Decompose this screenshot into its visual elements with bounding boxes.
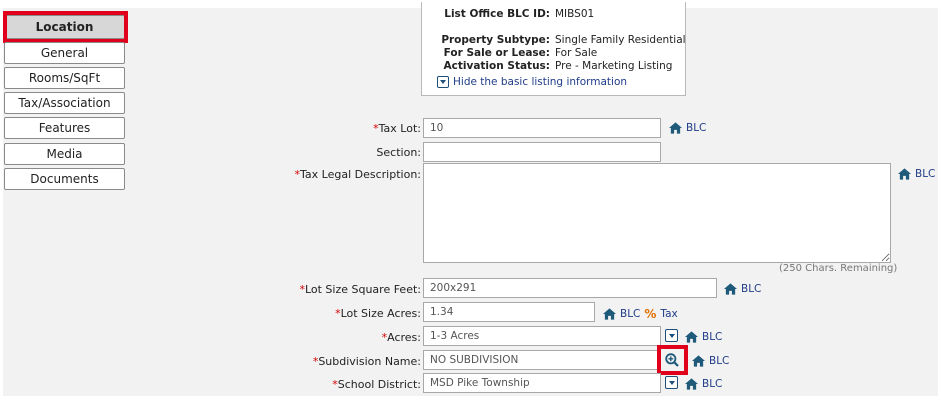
- home-icon: [692, 355, 705, 367]
- acres-source: BLC: [685, 331, 722, 343]
- home-icon: [724, 283, 737, 295]
- acres-select[interactable]: [423, 326, 661, 346]
- source-label: BLC: [620, 308, 641, 320]
- info-value: Single Family Residential: [555, 34, 686, 46]
- nav-tab-general[interactable]: General: [4, 42, 125, 64]
- info-label: For Sale or Lease:: [443, 47, 550, 59]
- home-icon: [685, 331, 698, 343]
- chars-remaining: (250 Chars. Remaining): [779, 263, 898, 274]
- school-label: *School District:: [332, 378, 421, 391]
- subdivision-label: *Subdivision Name:: [312, 355, 421, 368]
- tax-legal-label: *Tax Legal Description:: [294, 168, 421, 181]
- nav-tab-documents[interactable]: Documents: [4, 168, 125, 190]
- source-label: BLC: [915, 168, 936, 180]
- nav-tab-label: General: [40, 46, 89, 60]
- source-label: BLC: [702, 378, 723, 390]
- nav-tab-tax-association[interactable]: Tax/Association: [4, 92, 125, 114]
- subdivision-source: BLC: [692, 355, 729, 367]
- school-dropdown-icon[interactable]: [665, 376, 678, 389]
- info-value: For Sale: [555, 47, 598, 59]
- lot-acres-input[interactable]: [423, 302, 595, 322]
- home-icon: [603, 308, 616, 320]
- info-label: List Office BLC ID:: [444, 8, 550, 20]
- hide-basic-info-link[interactable]: Hide the basic listing information: [437, 76, 627, 88]
- info-label: Activation Status:: [443, 60, 550, 72]
- source-label: BLC: [686, 122, 707, 134]
- zoom-in-search-icon[interactable]: [665, 353, 679, 367]
- source-label: BLC: [702, 331, 723, 343]
- tax-lot-source: BLC: [669, 122, 706, 134]
- tax-legal-source: BLC: [898, 168, 935, 180]
- lot-sqft-input[interactable]: [423, 278, 717, 298]
- tax-lot-input[interactable]: [423, 118, 661, 138]
- section-input[interactable]: [423, 142, 661, 162]
- nav-tab-label: Location: [35, 20, 94, 34]
- nav-tab-label: Rooms/SqFt: [28, 71, 101, 85]
- school-source: BLC: [685, 378, 722, 390]
- subdivision-input[interactable]: [423, 350, 661, 370]
- basic-listing-info: List Office BLC ID: MIBS01 Property Subt…: [421, 2, 686, 96]
- home-icon: [685, 378, 698, 390]
- source-label: BLC: [741, 283, 762, 295]
- school-district-select[interactable]: [423, 373, 661, 393]
- source-label: BLC: [709, 355, 730, 367]
- home-icon: [898, 168, 911, 180]
- nav-tab-media[interactable]: Media: [4, 143, 125, 165]
- home-icon: [669, 122, 682, 134]
- nav-tab-rooms-sqft[interactable]: Rooms/SqFt: [4, 67, 125, 89]
- info-value: Pre - Marketing Listing: [555, 60, 673, 72]
- percent-icon: %: [644, 307, 657, 321]
- nav-tab-features[interactable]: Features: [4, 117, 125, 139]
- collapse-icon: [437, 76, 449, 88]
- lot-sqft-source: BLC: [724, 283, 761, 295]
- tax-legal-textarea[interactable]: [423, 163, 891, 263]
- info-label: Property Subtype:: [441, 34, 550, 46]
- lot-acres-label: *Lot Size Acres:: [335, 307, 421, 320]
- acres-dropdown-icon[interactable]: [665, 329, 678, 342]
- nav-tab-label: Documents: [30, 172, 99, 186]
- lot-acres-source: BLC % Tax: [603, 307, 678, 321]
- nav-tab-label: Features: [38, 121, 91, 135]
- nav-tab-location[interactable]: Location: [4, 15, 125, 39]
- source-label-tax: Tax: [660, 308, 678, 320]
- section-label: Section:: [376, 146, 421, 159]
- info-value: MIBS01: [555, 8, 595, 20]
- lot-sqft-label: *Lot Size Square Feet:: [299, 283, 421, 296]
- acres-label: *Acres:: [381, 331, 421, 344]
- nav-tab-label: Tax/Association: [18, 96, 111, 110]
- nav-tab-label: Media: [46, 147, 83, 161]
- hide-basic-info-text: Hide the basic listing information: [453, 76, 628, 88]
- tax-lot-label: *Tax Lot:: [373, 122, 421, 135]
